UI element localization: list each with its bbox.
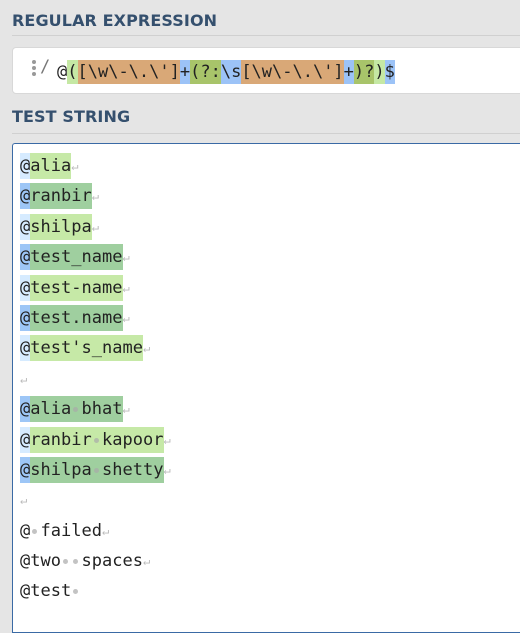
unmatched-text: @test	[20, 578, 82, 604]
match-full-highlight: @	[20, 304, 31, 331]
regex-token-group: )	[374, 60, 385, 84]
test-line: @two spaces↵	[20, 548, 171, 578]
whitespace-marker	[71, 548, 81, 574]
regex-token-class: [\w\-\.\']	[241, 60, 344, 84]
match-full-highlight: @	[20, 183, 31, 210]
newline-icon: ↵	[71, 159, 79, 173]
test-string-lines: @alia↵ @ranbir↵ @shilpa↵ @test_name↵ @test-n…	[20, 153, 171, 609]
test-line: @alia bhat↵	[20, 396, 171, 426]
newline-icon: ↵	[91, 189, 99, 204]
match-full-highlight: @	[20, 213, 31, 240]
regex-token-group: (	[67, 60, 78, 84]
test-line: @shilpa↵	[20, 213, 171, 244]
test-string-input[interactable]: @alia↵ @ranbir↵ @shilpa↵ @test_name↵ @test-n…	[12, 143, 520, 633]
newline-icon: ↵	[20, 371, 28, 386]
newline-icon: ↵	[122, 280, 130, 295]
test-line: ↵	[20, 366, 171, 396]
whitespace-marker	[92, 457, 102, 483]
whitespace-marker	[92, 427, 102, 453]
match-group-highlight: test.name	[30, 304, 123, 331]
regex-token-quant: +	[343, 60, 354, 84]
match-group-highlight: ranbir	[30, 183, 92, 210]
match-group-highlight: test's_name	[30, 335, 143, 362]
match-full-highlight: @	[20, 456, 31, 483]
newline-icon: ↵	[163, 432, 171, 447]
whitespace-marker	[61, 548, 71, 574]
divider	[12, 133, 520, 134]
match-group-highlight: alia	[30, 153, 72, 179]
match-full-highlight: @	[20, 274, 31, 301]
match-group-highlight: shilpa shetty	[30, 456, 164, 483]
test-line: @test's_name↵	[20, 335, 171, 365]
regex-delimiter: /	[40, 57, 51, 77]
match-group-highlight: ranbir kapoor	[30, 426, 164, 453]
newline-icon: ↵	[122, 402, 130, 417]
regex-pattern[interactable]: @([\w\-\.\']+(?:\s[\w\-\.\']+)?)$	[57, 60, 395, 84]
test-line: @ranbir kapoor↵	[20, 426, 171, 457]
divider	[12, 35, 520, 36]
match-full-highlight: @	[20, 153, 31, 179]
regex-token-escape: \s	[220, 60, 242, 84]
match-group-highlight: test-name	[30, 274, 123, 301]
test-line: @shilpa shetty↵	[20, 456, 171, 487]
test-line: @ranbir↵	[20, 183, 171, 213]
regex-input[interactable]: / @([\w\-\.\']+(?:\s[\w\-\.\']+)?)$	[12, 47, 520, 94]
match-full-highlight: @	[20, 396, 31, 423]
newline-icon: ↵	[102, 523, 110, 538]
whitespace-marker	[71, 578, 81, 604]
newline-icon: ↵	[20, 493, 28, 508]
match-full-highlight: @	[20, 335, 31, 362]
newline-icon: ↵	[91, 219, 99, 234]
regex-section-title: REGULAR EXPRESSION	[12, 11, 218, 30]
regex-token-ncg: (?:	[190, 60, 221, 84]
newline-icon: ↵	[163, 462, 171, 477]
regex-token-anchor: $	[384, 60, 395, 84]
test-line: @alia↵	[20, 153, 171, 183]
newline-icon: ↵	[122, 250, 130, 265]
match-full-highlight: @	[20, 244, 31, 271]
whitespace-marker	[71, 396, 81, 422]
test-line: @test_name↵	[20, 244, 171, 274]
newline-icon: ↵	[143, 554, 151, 569]
newline-icon: ↵	[143, 341, 151, 356]
match-group-highlight: shilpa	[30, 213, 92, 240]
match-group-highlight: test_name	[30, 244, 123, 271]
whitespace-marker	[30, 518, 40, 544]
match-group-highlight: alia bhat	[30, 396, 123, 423]
match-full-highlight: @	[20, 426, 31, 453]
test-line: ↵	[20, 487, 171, 517]
regex-token-class: [\w\-\.\']	[77, 60, 180, 84]
test-line: @ failed↵	[20, 518, 171, 548]
regex-token-quant: +	[179, 60, 191, 84]
test-line: @test-name↵	[20, 274, 171, 305]
newline-icon: ↵	[122, 310, 130, 325]
test-line: @test.name↵	[20, 304, 171, 335]
unmatched-text: @two spaces	[20, 548, 143, 574]
test-section-title: TEST STRING	[12, 107, 131, 126]
test-line: @test	[20, 578, 171, 608]
drag-handle-icon[interactable]	[32, 60, 36, 76]
regex-token-plain: @	[57, 62, 68, 82]
regex-token-ncg: )?	[353, 60, 375, 84]
unmatched-text: @ failed	[20, 518, 102, 544]
